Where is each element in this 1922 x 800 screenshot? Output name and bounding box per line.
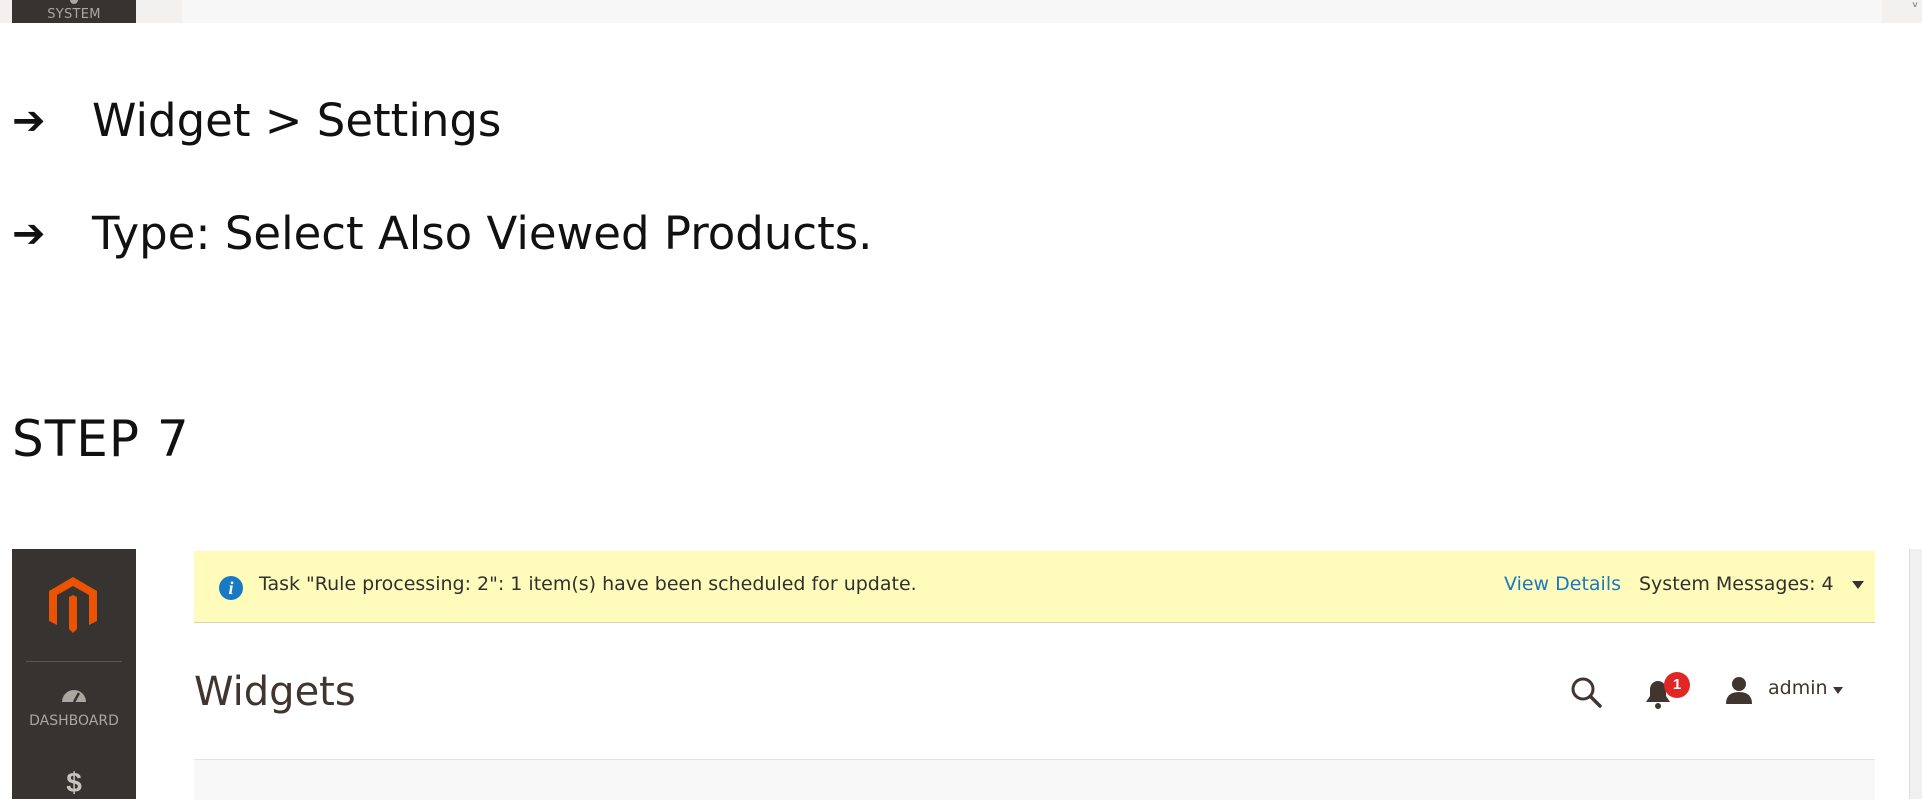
step-heading: STEP 7 xyxy=(12,410,190,468)
user-icon[interactable] xyxy=(1724,675,1754,705)
previous-screenshot-strip: SYSTEM ˅ xyxy=(0,0,1922,23)
admin-screenshot: DASHBOARD $ i Task "Rule processing: 2":… xyxy=(12,549,1922,800)
chevron-down-icon[interactable] xyxy=(1852,581,1864,589)
info-icon: i xyxy=(219,576,243,600)
view-details-link[interactable]: View Details xyxy=(1504,573,1621,595)
notification-count-badge[interactable]: 1 xyxy=(1664,672,1690,698)
content-fragment xyxy=(182,0,1882,23)
arrow-icon: ➔ xyxy=(12,97,46,144)
sidebar-item-sales[interactable]: $ xyxy=(12,767,136,799)
admin-main: i Task "Rule processing: 2": 1 item(s) h… xyxy=(136,549,1922,800)
search-icon[interactable] xyxy=(1568,674,1604,710)
sidebar-item-system-label: SYSTEM xyxy=(47,7,101,22)
arrow-icon: ➔ xyxy=(12,210,46,257)
magento-logo-icon[interactable] xyxy=(45,575,101,635)
notice-message: Task "Rule processing: 2": 1 item(s) hav… xyxy=(259,573,917,595)
sidebar-item-dashboard[interactable]: DASHBOARD xyxy=(12,684,136,729)
instruction-line: ➔ Widget > Settings xyxy=(12,94,501,147)
sidebar-fragment: SYSTEM xyxy=(12,0,136,23)
sidebar-item-label: DASHBOARD xyxy=(29,713,119,729)
sidebar-divider xyxy=(26,661,122,662)
scroll-arrow-icon: ˅ xyxy=(1912,0,1918,11)
instruction-line: ➔ Type: Select Also Viewed Products. xyxy=(12,207,872,260)
system-notice-bar: i Task "Rule processing: 2": 1 item(s) h… xyxy=(194,551,1875,623)
user-menu-button[interactable]: admin xyxy=(1768,677,1828,699)
scrollbar[interactable] xyxy=(1909,549,1922,799)
admin-sidebar: DASHBOARD $ xyxy=(12,549,136,799)
system-messages-toggle[interactable]: System Messages: 4 xyxy=(1639,573,1834,595)
dashboard-gauge-icon xyxy=(62,690,86,703)
system-icon xyxy=(70,0,78,4)
page-actions-bar xyxy=(194,759,1875,800)
chevron-down-icon[interactable] xyxy=(1833,687,1843,694)
instruction-text: Type: Select Also Viewed Products. xyxy=(92,207,873,260)
page-title: Widgets xyxy=(194,669,356,715)
instruction-text: Widget > Settings xyxy=(92,94,502,147)
sales-dollar-icon: $ xyxy=(66,767,82,798)
